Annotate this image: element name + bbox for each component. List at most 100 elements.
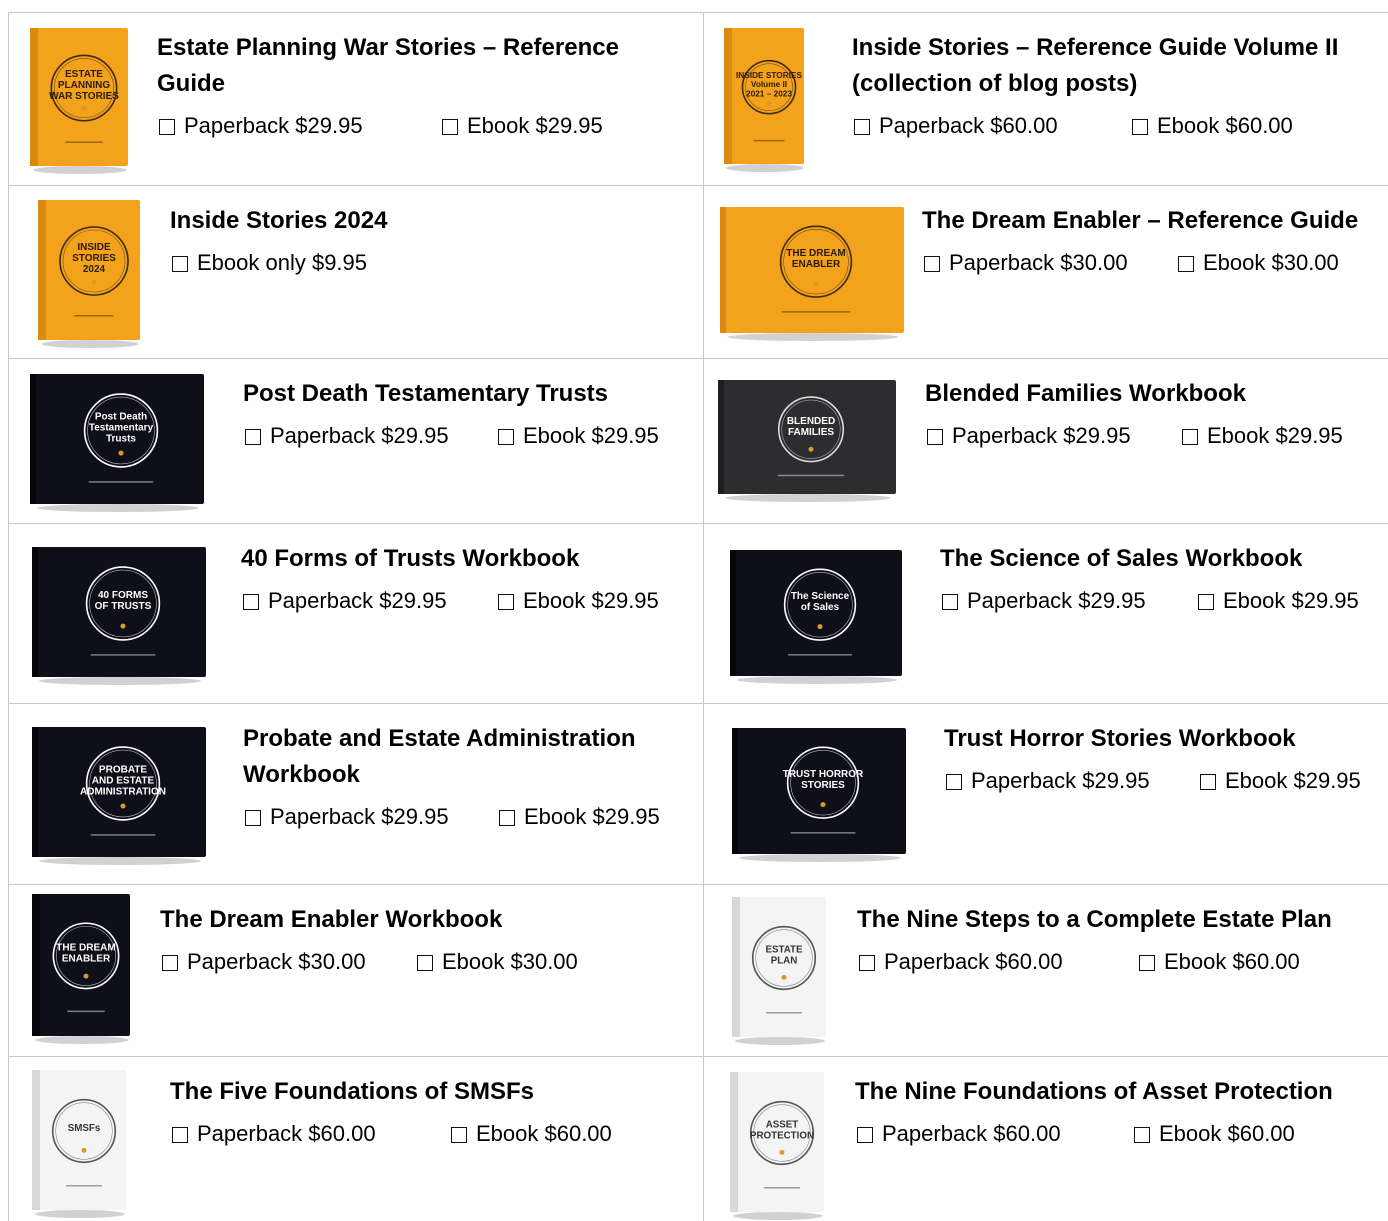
checkbox[interactable] xyxy=(245,810,261,826)
table-column-divider xyxy=(8,12,9,1221)
purchase-option[interactable]: Ebook $29.95 xyxy=(442,112,603,140)
book-cover-dark-icon: TRUST HORRORSTORIES xyxy=(732,728,906,862)
checkbox[interactable] xyxy=(498,594,514,610)
svg-text:ESTATE: ESTATE xyxy=(765,945,803,956)
checkbox[interactable] xyxy=(451,1127,467,1143)
checkbox[interactable] xyxy=(162,955,178,971)
book-cover-orange-icon: INSIDE STORIESVolume II2021 – 2023 xyxy=(724,28,804,172)
svg-text:TRUST HORROR: TRUST HORROR xyxy=(783,769,864,780)
purchase-option[interactable]: Paperback $30.00 xyxy=(162,948,366,976)
checkbox[interactable] xyxy=(159,119,175,135)
purchase-option[interactable]: Paperback $29.95 xyxy=(159,112,363,140)
book-title: Trust Horror Stories Workbook xyxy=(944,725,1296,752)
checkbox[interactable] xyxy=(942,594,958,610)
book-title: The Dream Enabler Workbook xyxy=(160,906,503,933)
purchase-option[interactable]: Paperback $60.00 xyxy=(854,112,1058,140)
purchase-option-label: Paperback $29.95 xyxy=(270,423,449,448)
book-cover-dark-icon: 40 FORMSOF TRUSTS xyxy=(32,547,206,685)
book-cover-white-icon: ASSETPROTECTION xyxy=(730,1072,824,1220)
purchase-option-label: Ebook $60.00 xyxy=(1157,113,1293,138)
book-title: Inside Stories – Reference Guide Volume … xyxy=(852,34,1339,61)
checkbox[interactable] xyxy=(1178,256,1194,272)
table-column-divider xyxy=(703,12,704,1221)
svg-text:ESTATE: ESTATE xyxy=(65,69,103,80)
checkbox[interactable] xyxy=(498,429,514,445)
checkbox[interactable] xyxy=(924,256,940,272)
svg-text:PLANNING: PLANNING xyxy=(58,80,110,91)
purchase-option[interactable]: Paperback $29.95 xyxy=(946,767,1150,795)
svg-text:BLENDED: BLENDED xyxy=(787,416,835,427)
purchase-option[interactable]: Ebook $30.00 xyxy=(1178,249,1339,277)
purchase-option-label: Ebook $29.95 xyxy=(467,113,603,138)
checkbox[interactable] xyxy=(854,119,870,135)
svg-text:Testamentary: Testamentary xyxy=(89,423,154,434)
purchase-option[interactable]: Ebook $29.95 xyxy=(499,803,660,831)
checkbox[interactable] xyxy=(1134,1127,1150,1143)
table-row-divider xyxy=(8,358,1388,359)
purchase-option-label: Ebook $60.00 xyxy=(1164,949,1300,974)
checkbox[interactable] xyxy=(927,429,943,445)
svg-text:PLAN: PLAN xyxy=(771,955,798,966)
svg-text:INSIDE: INSIDE xyxy=(77,242,111,253)
checkbox[interactable] xyxy=(499,810,515,826)
purchase-option[interactable]: Ebook $60.00 xyxy=(1139,948,1300,976)
table-row-divider xyxy=(8,884,1388,885)
book-cover-white-icon: SMSFs xyxy=(32,1070,126,1218)
purchase-option[interactable]: Paperback $60.00 xyxy=(172,1120,376,1148)
checkbox[interactable] xyxy=(1200,774,1216,790)
checkbox[interactable] xyxy=(417,955,433,971)
svg-text:The Science: The Science xyxy=(791,591,850,602)
svg-text:THE DREAM: THE DREAM xyxy=(56,942,115,953)
purchase-option[interactable]: Ebook $29.95 xyxy=(498,587,659,615)
svg-text:STORIES: STORIES xyxy=(801,780,845,791)
purchase-option-label: Paperback $29.95 xyxy=(184,113,363,138)
book-cover-orange-icon: INSIDESTORIES2024 xyxy=(38,200,140,348)
book-title: The Five Foundations of SMSFs xyxy=(170,1078,535,1105)
book-cover-dark-icon: The Scienceof Sales xyxy=(730,550,902,684)
purchase-option[interactable]: Paperback $29.95 xyxy=(245,422,449,450)
svg-text:40 FORMS: 40 FORMS xyxy=(98,590,148,601)
purchase-option[interactable]: Paperback $29.95 xyxy=(927,422,1131,450)
checkbox[interactable] xyxy=(442,119,458,135)
book-title: The Dream Enabler – Reference Guide xyxy=(922,207,1359,234)
checkbox[interactable] xyxy=(245,429,261,445)
book-title: 40 Forms of Trusts Workbook xyxy=(241,545,580,572)
checkbox[interactable] xyxy=(1182,429,1198,445)
purchase-option[interactable]: Paperback $29.95 xyxy=(942,587,1146,615)
purchase-option[interactable]: Ebook $29.95 xyxy=(498,422,659,450)
svg-text:OF TRUSTS: OF TRUSTS xyxy=(95,601,152,612)
purchase-option[interactable]: Ebook $29.95 xyxy=(1198,587,1359,615)
checkbox[interactable] xyxy=(859,955,875,971)
purchase-option[interactable]: Ebook $30.00 xyxy=(417,948,578,976)
purchase-option-label: Ebook $60.00 xyxy=(1159,1121,1295,1146)
checkbox[interactable] xyxy=(1132,119,1148,135)
purchase-option[interactable]: Ebook $29.95 xyxy=(1182,422,1343,450)
purchase-option[interactable]: Ebook only $9.95 xyxy=(172,249,367,277)
purchase-option-label: Paperback $29.95 xyxy=(952,423,1131,448)
checkbox[interactable] xyxy=(243,594,259,610)
book-title: Guide xyxy=(157,70,226,97)
table-row-divider xyxy=(8,1056,1388,1057)
checkbox[interactable] xyxy=(1139,955,1155,971)
checkbox[interactable] xyxy=(172,256,188,272)
book-order-table: ESTATE PLANNING WAR STORIES Estate Planning… xyxy=(0,0,1388,1221)
purchase-option[interactable]: Ebook $60.00 xyxy=(1132,112,1293,140)
purchase-option[interactable]: Paperback $60.00 xyxy=(857,1120,1061,1148)
purchase-option[interactable]: Ebook $29.95 xyxy=(1200,767,1361,795)
checkbox[interactable] xyxy=(946,774,962,790)
purchase-option[interactable]: Paperback $29.95 xyxy=(245,803,449,831)
purchase-option-label: Ebook $29.95 xyxy=(524,804,660,829)
purchase-option[interactable]: Paperback $29.95 xyxy=(243,587,447,615)
checkbox[interactable] xyxy=(1198,594,1214,610)
purchase-option[interactable]: Ebook $60.00 xyxy=(1134,1120,1295,1148)
checkbox[interactable] xyxy=(172,1127,188,1143)
checkbox[interactable] xyxy=(857,1127,873,1143)
book-cover-orange-landscape-icon: THE DREAMENABLER xyxy=(720,207,904,341)
purchase-option[interactable]: Paperback $60.00 xyxy=(859,948,1063,976)
purchase-option[interactable]: Paperback $30.00 xyxy=(924,249,1128,277)
book-title: The Science of Sales Workbook xyxy=(940,545,1303,572)
purchase-option-label: Ebook $30.00 xyxy=(442,949,578,974)
purchase-option-label: Paperback $60.00 xyxy=(882,1121,1061,1146)
purchase-option-label: Ebook $60.00 xyxy=(476,1121,612,1146)
purchase-option[interactable]: Ebook $60.00 xyxy=(451,1120,612,1148)
